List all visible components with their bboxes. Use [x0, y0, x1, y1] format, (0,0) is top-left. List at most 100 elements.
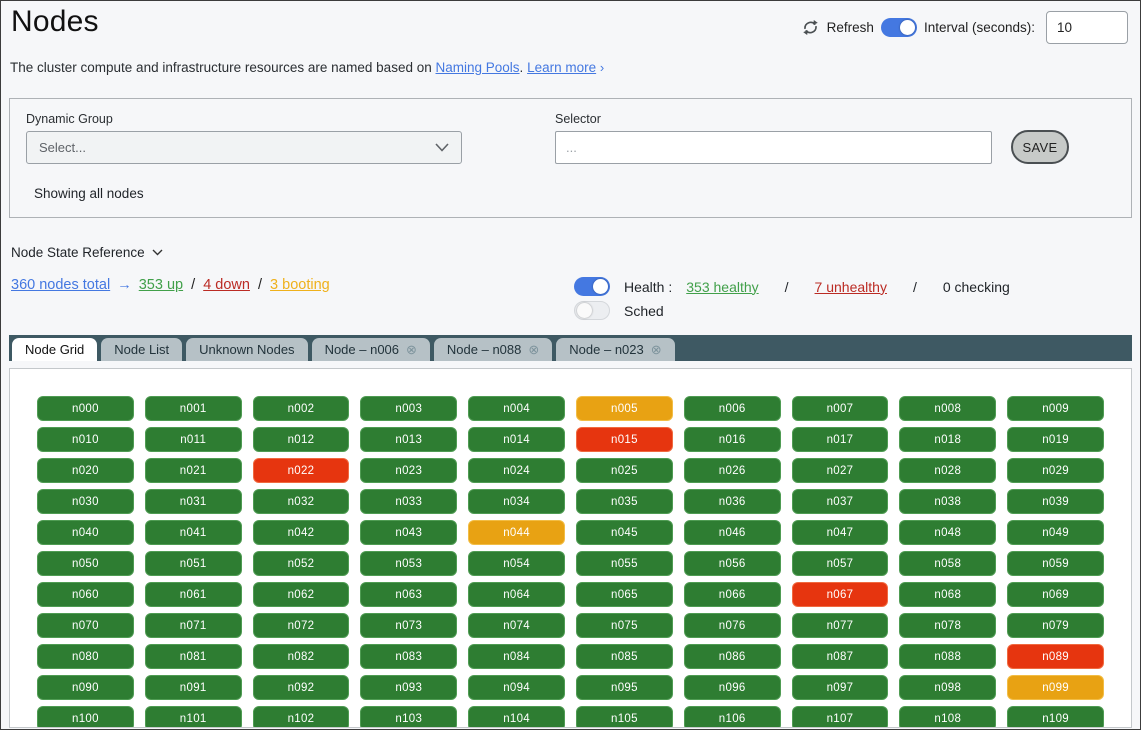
node-n039[interactable]: n039 — [1007, 489, 1104, 514]
node-n036[interactable]: n036 — [684, 489, 781, 514]
tab-node-n088[interactable]: Node – n088⊗ — [434, 338, 552, 361]
node-n061[interactable]: n061 — [145, 582, 242, 607]
node-n050[interactable]: n050 — [37, 551, 134, 576]
node-n065[interactable]: n065 — [576, 582, 673, 607]
node-n019[interactable]: n019 — [1007, 427, 1104, 452]
node-n072[interactable]: n072 — [253, 613, 350, 638]
node-n063[interactable]: n063 — [360, 582, 457, 607]
node-n023[interactable]: n023 — [360, 458, 457, 483]
node-n083[interactable]: n083 — [360, 644, 457, 669]
node-n078[interactable]: n078 — [899, 613, 996, 638]
node-n108[interactable]: n108 — [899, 706, 996, 728]
node-n018[interactable]: n018 — [899, 427, 996, 452]
node-n091[interactable]: n091 — [145, 675, 242, 700]
unhealthy-link[interactable]: 7 unhealthy — [815, 279, 887, 295]
node-n099[interactable]: n099 — [1007, 675, 1104, 700]
node-n093[interactable]: n093 — [360, 675, 457, 700]
nodes-booting-link[interactable]: 3 booting — [270, 277, 330, 293]
node-n030[interactable]: n030 — [37, 489, 134, 514]
node-n055[interactable]: n055 — [576, 551, 673, 576]
node-n052[interactable]: n052 — [253, 551, 350, 576]
tab-unknown-nodes[interactable]: Unknown Nodes — [186, 338, 307, 361]
naming-pools-link[interactable]: Naming Pools — [436, 60, 520, 75]
learn-more-link[interactable]: Learn more — [527, 60, 596, 75]
node-n068[interactable]: n068 — [899, 582, 996, 607]
node-n085[interactable]: n085 — [576, 644, 673, 669]
node-n102[interactable]: n102 — [253, 706, 350, 728]
node-n031[interactable]: n031 — [145, 489, 242, 514]
node-n109[interactable]: n109 — [1007, 706, 1104, 728]
node-n088[interactable]: n088 — [899, 644, 996, 669]
interval-input[interactable] — [1046, 11, 1128, 44]
tab-node-n006[interactable]: Node – n006⊗ — [312, 338, 430, 361]
node-n044[interactable]: n044 — [468, 520, 565, 545]
node-n066[interactable]: n066 — [684, 582, 781, 607]
tab-close-icon[interactable]: ⊗ — [651, 343, 662, 356]
node-n041[interactable]: n041 — [145, 520, 242, 545]
node-n020[interactable]: n020 — [37, 458, 134, 483]
node-n010[interactable]: n010 — [37, 427, 134, 452]
node-n101[interactable]: n101 — [145, 706, 242, 728]
node-n007[interactable]: n007 — [792, 396, 889, 421]
node-n035[interactable]: n035 — [576, 489, 673, 514]
node-n026[interactable]: n026 — [684, 458, 781, 483]
node-n057[interactable]: n057 — [792, 551, 889, 576]
nodes-up-link[interactable]: 353 up — [139, 277, 183, 293]
save-button[interactable]: SAVE — [1011, 130, 1069, 164]
node-n054[interactable]: n054 — [468, 551, 565, 576]
selector-input[interactable] — [555, 131, 992, 164]
tab-close-icon[interactable]: ⊗ — [528, 343, 539, 356]
node-n098[interactable]: n098 — [899, 675, 996, 700]
node-n082[interactable]: n082 — [253, 644, 350, 669]
node-n070[interactable]: n070 — [37, 613, 134, 638]
node-n029[interactable]: n029 — [1007, 458, 1104, 483]
dynamic-group-select[interactable]: Select... — [26, 131, 462, 164]
node-n045[interactable]: n045 — [576, 520, 673, 545]
node-n069[interactable]: n069 — [1007, 582, 1104, 607]
node-n021[interactable]: n021 — [145, 458, 242, 483]
node-n040[interactable]: n040 — [37, 520, 134, 545]
node-n014[interactable]: n014 — [468, 427, 565, 452]
node-n079[interactable]: n079 — [1007, 613, 1104, 638]
tab-node-grid[interactable]: Node Grid — [12, 338, 97, 361]
node-n005[interactable]: n005 — [576, 396, 673, 421]
node-n046[interactable]: n046 — [684, 520, 781, 545]
node-n032[interactable]: n032 — [253, 489, 350, 514]
node-n059[interactable]: n059 — [1007, 551, 1104, 576]
node-n003[interactable]: n003 — [360, 396, 457, 421]
node-n000[interactable]: n000 — [37, 396, 134, 421]
node-n096[interactable]: n096 — [684, 675, 781, 700]
sched-toggle[interactable] — [574, 301, 610, 320]
node-n086[interactable]: n086 — [684, 644, 781, 669]
nodes-down-link[interactable]: 4 down — [203, 277, 250, 293]
node-n056[interactable]: n056 — [684, 551, 781, 576]
node-n097[interactable]: n097 — [792, 675, 889, 700]
node-n008[interactable]: n008 — [899, 396, 996, 421]
node-n106[interactable]: n106 — [684, 706, 781, 728]
node-n015[interactable]: n015 — [576, 427, 673, 452]
node-n080[interactable]: n080 — [37, 644, 134, 669]
node-n047[interactable]: n047 — [792, 520, 889, 545]
refresh-icon[interactable] — [801, 18, 820, 37]
node-n042[interactable]: n042 — [253, 520, 350, 545]
node-n034[interactable]: n034 — [468, 489, 565, 514]
node-n090[interactable]: n090 — [37, 675, 134, 700]
node-state-reference[interactable]: Node State Reference — [11, 245, 1140, 260]
node-n033[interactable]: n033 — [360, 489, 457, 514]
node-n105[interactable]: n105 — [576, 706, 673, 728]
node-n049[interactable]: n049 — [1007, 520, 1104, 545]
node-n067[interactable]: n067 — [792, 582, 889, 607]
node-n104[interactable]: n104 — [468, 706, 565, 728]
node-n004[interactable]: n004 — [468, 396, 565, 421]
node-n043[interactable]: n043 — [360, 520, 457, 545]
node-n076[interactable]: n076 — [684, 613, 781, 638]
node-n022[interactable]: n022 — [253, 458, 350, 483]
node-n017[interactable]: n017 — [792, 427, 889, 452]
node-n024[interactable]: n024 — [468, 458, 565, 483]
node-n006[interactable]: n006 — [684, 396, 781, 421]
refresh-toggle[interactable] — [881, 18, 917, 37]
node-n084[interactable]: n084 — [468, 644, 565, 669]
health-toggle[interactable] — [574, 277, 610, 296]
node-n103[interactable]: n103 — [360, 706, 457, 728]
node-n075[interactable]: n075 — [576, 613, 673, 638]
